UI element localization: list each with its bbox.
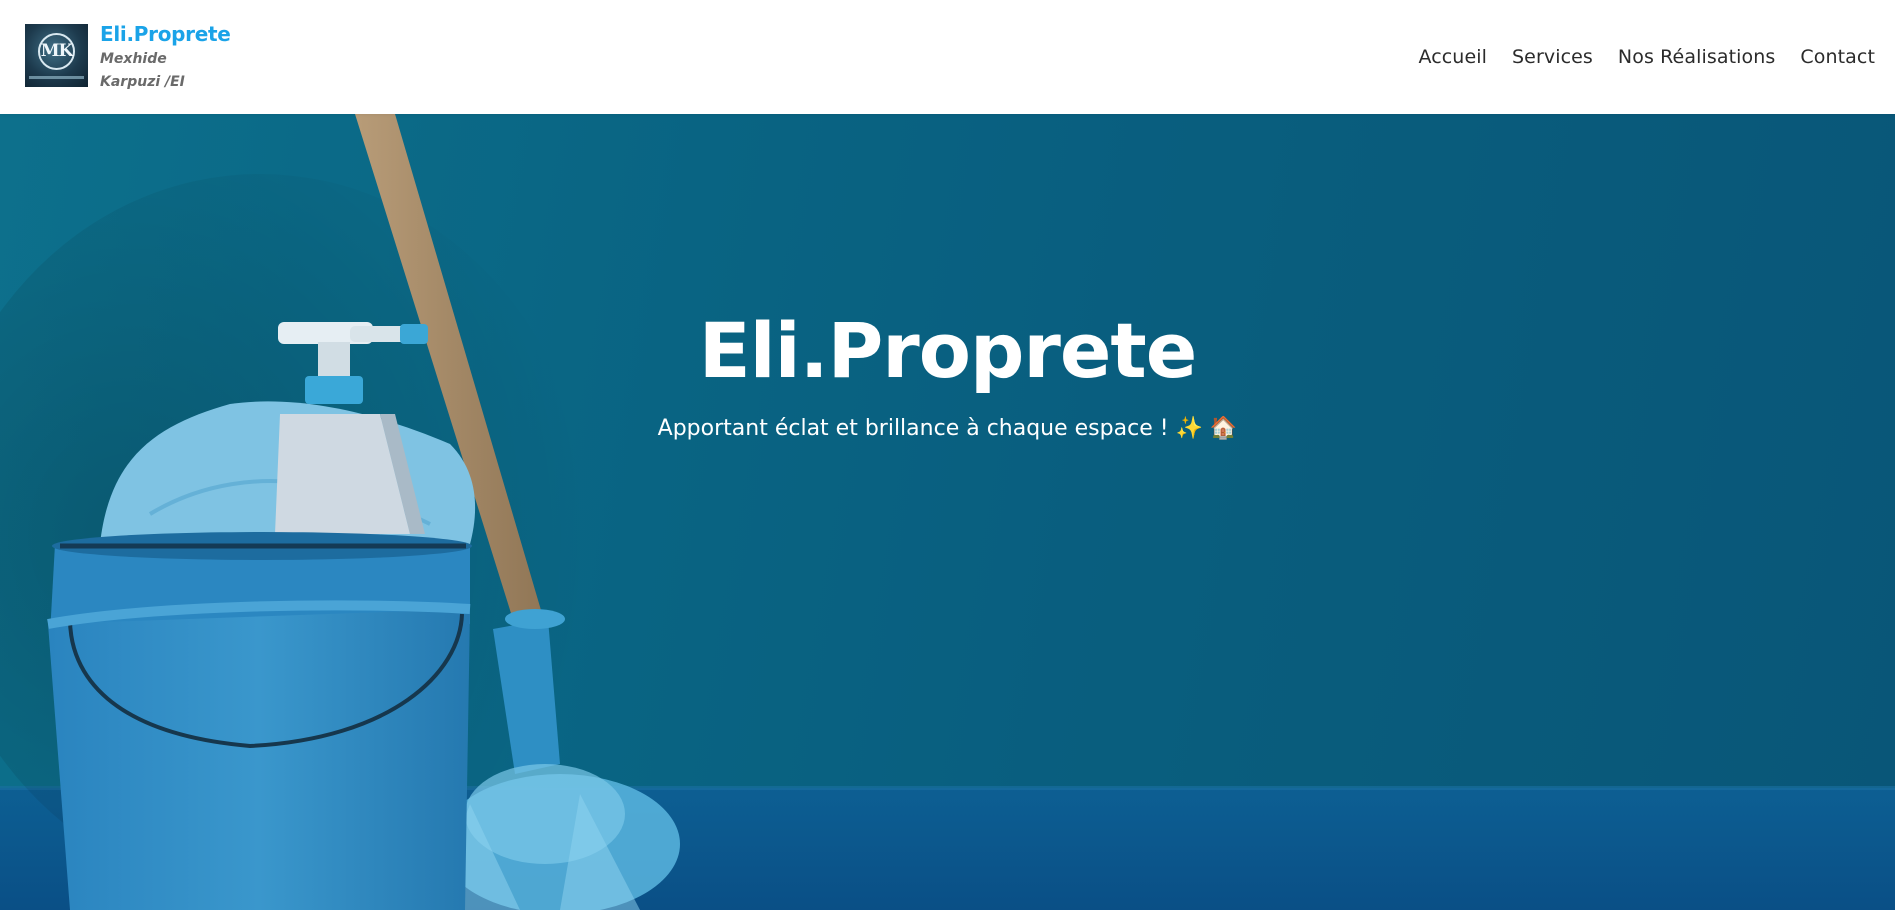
hero-background-illustration — [0, 114, 1895, 910]
nav-link-contact[interactable]: Contact — [1800, 46, 1875, 68]
mop-connector-top — [505, 609, 565, 629]
logo-tagline-strip — [29, 76, 84, 79]
main-nav: Accueil Services Nos Réalisations Contac… — [1418, 46, 1875, 68]
nav-link-realisations[interactable]: Nos Réalisations — [1618, 46, 1775, 68]
brand-text: Eli.Proprete Mexhide Karpuzi /EI — [100, 22, 231, 94]
logo-monogram: MK — [40, 41, 74, 61]
brand-logo: MK — [25, 24, 88, 87]
hero-subtitle: Apportant éclat et brillance à chaque es… — [657, 416, 1238, 441]
hero-title: Eli.Proprete — [698, 306, 1198, 395]
brand-subtitle: Mexhide Karpuzi /EI — [100, 51, 185, 90]
hero-section: Eli.Proprete Apportant éclat et brillanc… — [0, 114, 1895, 910]
top-navbar: MK Eli.Proprete Mexhide Karpuzi /EI Accu… — [0, 0, 1895, 114]
nav-link-services[interactable]: Services — [1512, 46, 1593, 68]
brand-name: Eli.Proprete — [100, 22, 231, 46]
bucket — [47, 532, 472, 910]
brand-home-link[interactable]: MK Eli.Proprete Mexhide Karpuzi /EI — [25, 20, 231, 94]
nav-link-accueil[interactable]: Accueil — [1418, 46, 1487, 68]
